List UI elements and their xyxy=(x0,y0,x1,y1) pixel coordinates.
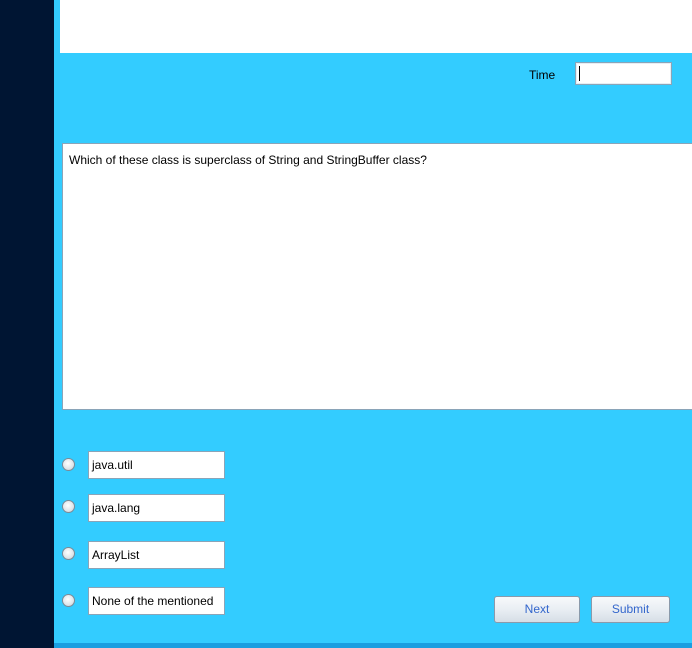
question-text: Which of these class is superclass of St… xyxy=(69,153,427,167)
time-label: Time xyxy=(529,68,556,82)
option-2-field: java.lang xyxy=(88,494,225,522)
option-4-label: None of the mentioned xyxy=(92,594,214,608)
question-text-area[interactable]: Which of these class is superclass of St… xyxy=(62,143,692,410)
option-2-label: java.lang xyxy=(92,501,141,515)
option-1-field: java.util xyxy=(88,451,225,479)
option-3-label: ArrayList xyxy=(92,548,140,562)
bottom-border xyxy=(54,643,692,648)
time-field[interactable] xyxy=(575,62,672,85)
option-1-label: java.util xyxy=(92,458,133,472)
option-2-radio[interactable] xyxy=(62,500,75,513)
text-caret xyxy=(579,66,580,81)
left-sidebar xyxy=(0,0,54,648)
option-4-field: None of the mentioned xyxy=(88,587,225,615)
submit-button[interactable]: Submit xyxy=(591,596,670,623)
option-3-radio[interactable] xyxy=(62,547,75,560)
option-3-field: ArrayList xyxy=(88,541,225,569)
next-button[interactable]: Next xyxy=(494,596,580,623)
option-1-radio[interactable] xyxy=(62,458,75,471)
option-4-radio[interactable] xyxy=(62,594,75,607)
header-panel xyxy=(60,0,692,53)
